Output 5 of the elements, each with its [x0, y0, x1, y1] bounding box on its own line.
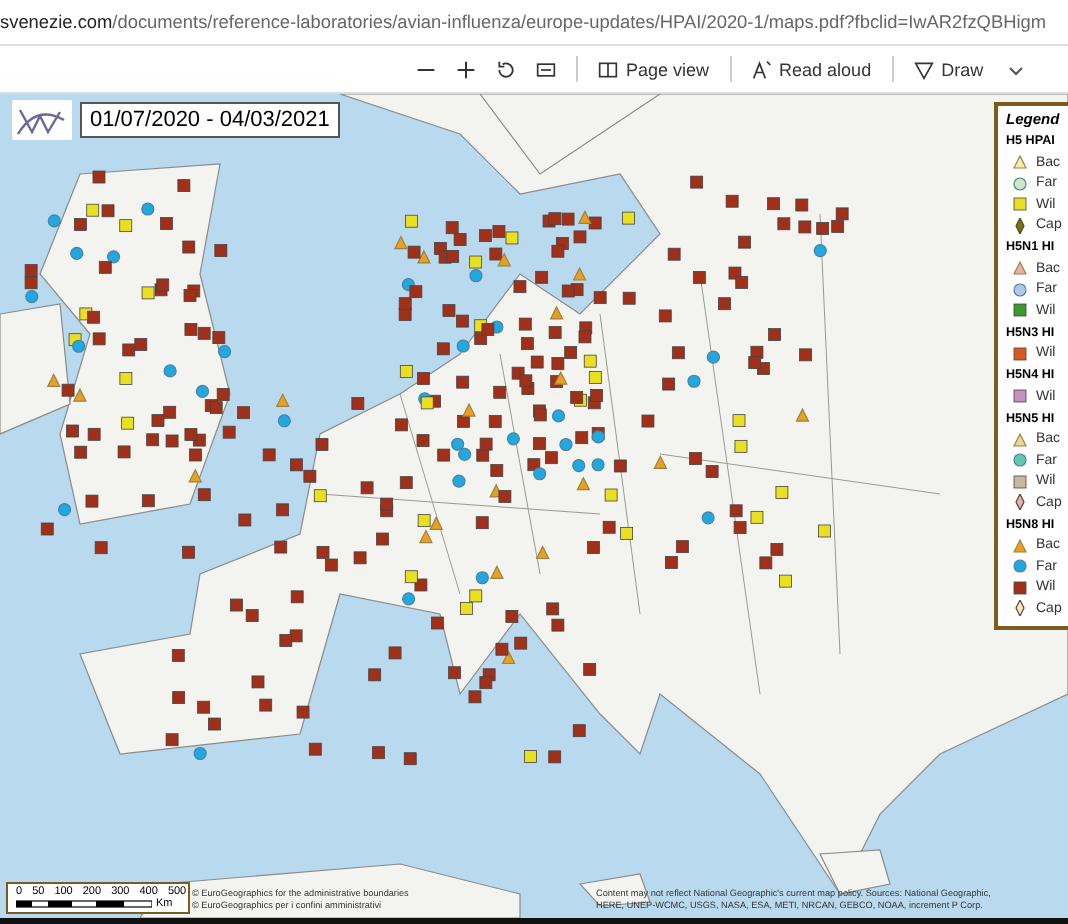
draw-button[interactable]: Draw	[913, 59, 1024, 79]
page-view-button[interactable]: Page view	[598, 59, 710, 79]
read-aloud-button[interactable]: Read aloud	[751, 59, 872, 79]
date-range-label: 01/07/2020 - 04/03/2021	[80, 102, 340, 138]
url-text[interactable]: svenezie.com/documents/reference-laboratories/avian-influenza/europe-updates/HPAI/2020-1/maps.pdf?fbclid=IwAR2fzQBHigm	[0, 12, 1047, 32]
